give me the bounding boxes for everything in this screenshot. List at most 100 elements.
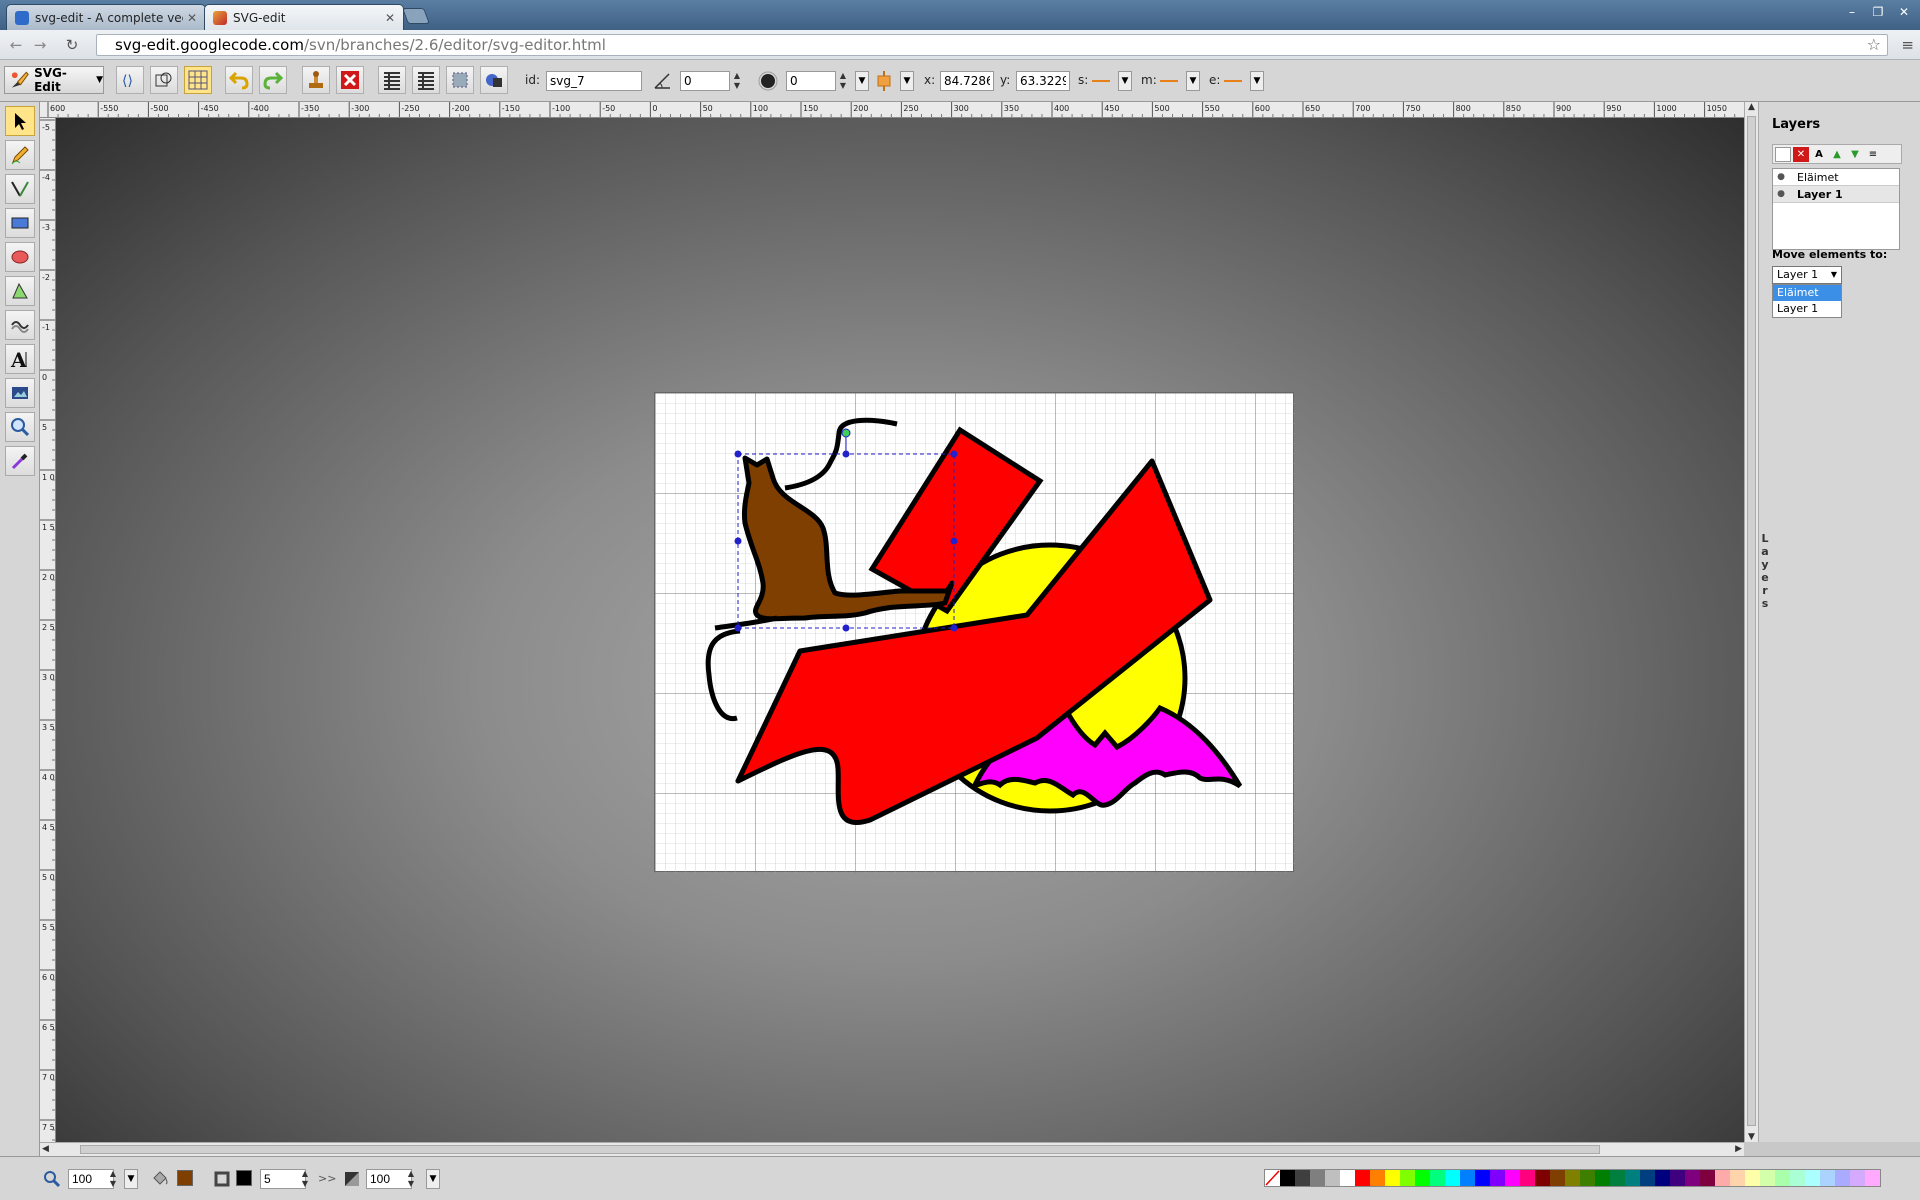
palette-swatch[interactable] (1640, 1170, 1655, 1186)
align-dropdown[interactable]: ▼ (900, 71, 914, 91)
palette-swatch[interactable] (1730, 1170, 1745, 1186)
bookmark-star-icon[interactable]: ☆ (1867, 35, 1881, 55)
palette-swatch[interactable] (1805, 1170, 1820, 1186)
vertical-scrollbar[interactable]: ▲ ▼ (1744, 102, 1758, 1142)
line-tool[interactable] (5, 174, 35, 204)
delete-layer-icon[interactable]: ✕ (1793, 147, 1809, 162)
resize-handle-se[interactable] (950, 624, 958, 632)
dropdown-option[interactable]: Layer 1 (1773, 301, 1841, 317)
palette-swatch[interactable] (1865, 1170, 1880, 1186)
grid-button[interactable] (184, 66, 212, 94)
zoom-tool[interactable] (5, 412, 35, 442)
close-tab-icon[interactable]: ✕ (385, 11, 395, 25)
convert-to-path-button[interactable] (446, 66, 474, 94)
main-menu-button[interactable]: SVG-Edit ▼ (4, 66, 104, 94)
shapelib-tool[interactable] (5, 310, 35, 340)
no-color-swatch[interactable] (1265, 1170, 1280, 1186)
palette-swatch[interactable] (1715, 1170, 1730, 1186)
eye-icon[interactable]: ● (1773, 189, 1789, 199)
move-layer-select[interactable]: Layer 1 ▼ (1772, 266, 1842, 284)
zoom-dropdown[interactable]: ▼ (124, 1169, 138, 1189)
blur-dropdown[interactable]: ▼ (855, 71, 869, 91)
scroll-right-icon[interactable]: ▶ (1735, 1144, 1742, 1154)
image-tool[interactable] (5, 378, 35, 408)
palette-swatch[interactable] (1565, 1170, 1580, 1186)
resize-handle-sw[interactable] (734, 624, 742, 632)
palette-swatch[interactable] (1400, 1170, 1415, 1186)
stroke-width-spinner[interactable]: ▲ ▼ (300, 1169, 310, 1189)
scroll-left-icon[interactable]: ◀ (42, 1144, 49, 1154)
blur-input[interactable] (786, 71, 836, 91)
svg-canvas[interactable] (654, 392, 1295, 873)
palette-swatch[interactable] (1475, 1170, 1490, 1186)
blur-spinner[interactable]: ▲ ▼ (838, 71, 848, 91)
forward-icon[interactable]: → (30, 36, 50, 54)
layer-row[interactable]: ● Eläimet (1773, 169, 1899, 186)
palette-swatch[interactable] (1790, 1170, 1805, 1186)
zoom-spinner[interactable]: ▲ ▼ (108, 1169, 118, 1189)
y-input[interactable] (1016, 71, 1070, 91)
back-icon[interactable]: ← (6, 36, 26, 54)
palette-swatch[interactable] (1445, 1170, 1460, 1186)
horizontal-scrollbar[interactable]: ◀ ▶ (40, 1142, 1744, 1156)
stroke-options-icon[interactable]: >> (318, 1172, 336, 1185)
move-layer-down-icon[interactable]: ▼ (1847, 147, 1863, 162)
palette-swatch[interactable] (1610, 1170, 1625, 1186)
angle-spinner[interactable]: ▲ ▼ (732, 71, 742, 91)
pencil-tool[interactable] (5, 140, 35, 170)
palette-swatch[interactable] (1370, 1170, 1385, 1186)
browser-tab-2[interactable]: SVG-edit ✕ (204, 4, 404, 30)
rename-layer-icon[interactable]: A (1811, 147, 1827, 162)
rect-tool[interactable] (5, 208, 35, 238)
palette-swatch[interactable] (1385, 1170, 1400, 1186)
scroll-up-icon[interactable]: ▲ (1748, 102, 1755, 112)
palette-swatch[interactable] (1415, 1170, 1430, 1186)
url-input[interactable]: svg-edit.googlecode.com/svn/branches/2.6… (96, 34, 1888, 56)
palette-swatch[interactable] (1745, 1170, 1760, 1186)
stroke-color-swatch[interactable] (236, 1170, 252, 1186)
select-tool[interactable] (5, 106, 35, 136)
palette-swatch[interactable] (1535, 1170, 1550, 1186)
palette-swatch[interactable] (1280, 1170, 1295, 1186)
move-bottom-button[interactable] (412, 66, 440, 94)
layers-panel-handle[interactable]: Layers (1758, 102, 1770, 1142)
delete-button[interactable] (336, 66, 364, 94)
wireframe-button[interactable] (150, 66, 178, 94)
scroll-down-icon[interactable]: ▼ (1748, 1132, 1755, 1142)
id-input[interactable] (546, 71, 642, 91)
eye-icon[interactable]: ● (1773, 172, 1789, 182)
palette-swatch[interactable] (1325, 1170, 1340, 1186)
fill-color-swatch[interactable] (177, 1170, 193, 1186)
palette-swatch[interactable] (1355, 1170, 1370, 1186)
opacity-spinner[interactable]: ▲ ▼ (406, 1169, 416, 1189)
text-tool[interactable]: A (5, 344, 35, 374)
reorient-button[interactable] (480, 66, 508, 94)
restore-icon[interactable]: ❐ (1866, 3, 1890, 21)
palette-swatch[interactable] (1310, 1170, 1325, 1186)
palette-swatch[interactable] (1460, 1170, 1475, 1186)
palette-swatch[interactable] (1550, 1170, 1565, 1186)
redo-button[interactable] (259, 66, 287, 94)
resize-handle-nw[interactable] (734, 450, 742, 458)
palette-swatch[interactable] (1340, 1170, 1355, 1186)
palette-swatch[interactable] (1625, 1170, 1640, 1186)
new-layer-icon[interactable] (1775, 147, 1791, 162)
reload-icon[interactable]: ↻ (62, 36, 82, 54)
rotate-handle[interactable] (841, 428, 851, 438)
ellipse-tool[interactable] (5, 242, 35, 272)
x-input[interactable] (940, 71, 994, 91)
palette-swatch[interactable] (1820, 1170, 1835, 1186)
resize-handle-ne[interactable] (950, 450, 958, 458)
close-tab-icon[interactable]: ✕ (187, 11, 197, 25)
path-tool[interactable] (5, 276, 35, 306)
palette-swatch[interactable] (1700, 1170, 1715, 1186)
resize-handle-w[interactable] (734, 537, 742, 545)
palette-swatch[interactable] (1760, 1170, 1775, 1186)
palette-swatch[interactable] (1580, 1170, 1595, 1186)
start-marker-dropdown[interactable]: ▼ (1118, 71, 1132, 91)
resize-handle-s[interactable] (842, 624, 850, 632)
browser-menu-icon[interactable]: ≡ (1901, 36, 1914, 54)
horizontal-scroll-thumb[interactable] (80, 1145, 1600, 1154)
resize-handle-e[interactable] (950, 537, 958, 545)
mid-marker-dropdown[interactable]: ▼ (1186, 71, 1200, 91)
